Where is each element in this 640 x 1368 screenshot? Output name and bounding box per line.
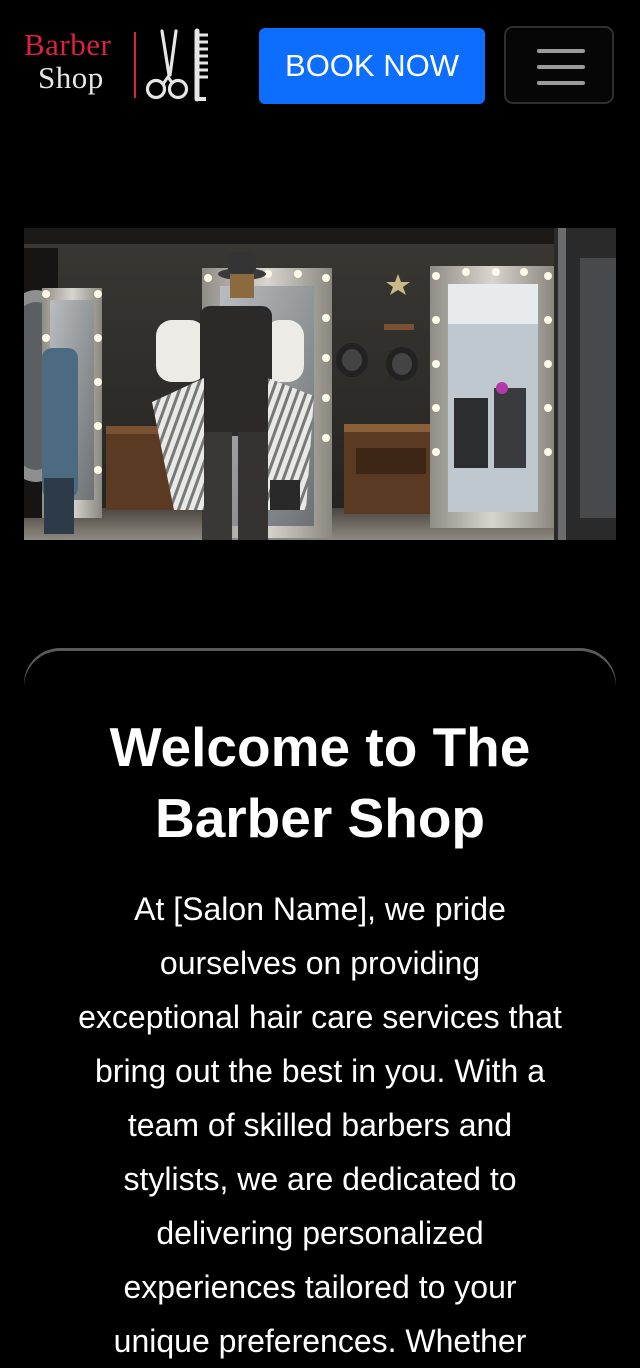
welcome-card: Welcome to The Barber Shop At [Salon Nam… (24, 648, 616, 1368)
welcome-paragraph: At [Salon Name], we pride ourselves on p… (78, 891, 562, 1359)
menu-toggle-button[interactable] (504, 26, 614, 104)
welcome-title: Welcome to The Barber Shop (109, 716, 531, 849)
brand-logo-link[interactable]: Barber Shop (22, 27, 212, 105)
logo-divider (134, 32, 136, 98)
book-now-button[interactable]: BOOK NOW (259, 28, 485, 104)
scissors-comb-icon (145, 28, 208, 102)
logo-text-barber: Barber (24, 27, 112, 62)
site-header: Barber Shop BOOK NOW (0, 0, 640, 134)
hero-image (24, 228, 616, 540)
barber-shop-interior-photo (24, 228, 616, 540)
logo-text-shop: Shop (38, 60, 104, 95)
